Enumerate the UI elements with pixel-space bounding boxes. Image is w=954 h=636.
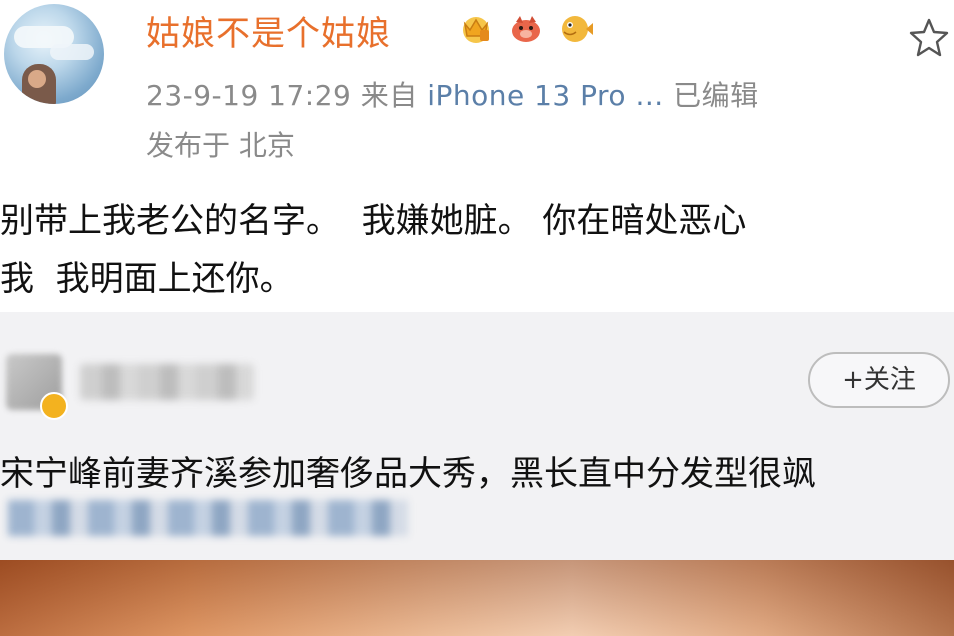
repost-text[interactable]: 宋宁峰前妻齐溪参加奢侈品大秀，黑长直中分发型很飒 [0,446,954,495]
edited-label[interactable]: 已编辑 [673,79,759,112]
post-datetime: 23-9-19 17:29 [146,79,352,112]
repost-photo[interactable] [0,560,954,636]
post-location: 发布于 北京 [146,129,295,162]
post-content: 别带上我老公的名字。 我嫌她脏。 你在暗处恶心我 我明面上还你。 [0,192,950,308]
favorite-star-icon[interactable] [908,16,950,58]
pufferfish-badge-icon[interactable] [558,10,594,46]
post-content-line: 别带上我老公的名字。 我嫌她脏。 你在暗处恶心 [0,201,747,241]
username[interactable]: 姑娘不是个姑娘 [146,6,391,55]
repost-username-blurred[interactable] [80,364,254,400]
post-source-prefix: 来自 [360,79,418,112]
post-source[interactable]: iPhone 13 Pro ... [427,79,663,112]
post-meta: 23-9-19 17:29 来自 iPhone 13 Pro ... 已编辑 [146,74,759,114]
weibo-post: 姑娘不是个姑娘 23-9-19 17:29 来自 iPhone 13 Pro .… [0,0,954,312]
post-content-line: 我 我明面上还你。 [0,259,294,299]
crown-badge-icon[interactable] [458,10,494,46]
photo-shade [0,560,954,636]
verified-badge-icon [40,392,68,420]
piggy-badge-icon[interactable] [508,10,544,46]
user-avatar[interactable] [4,4,104,104]
avatar-face [28,70,46,88]
follow-button[interactable]: +关注 [808,352,950,408]
repost-link-blurred[interactable] [8,500,408,536]
avatar-cloud [50,44,94,60]
